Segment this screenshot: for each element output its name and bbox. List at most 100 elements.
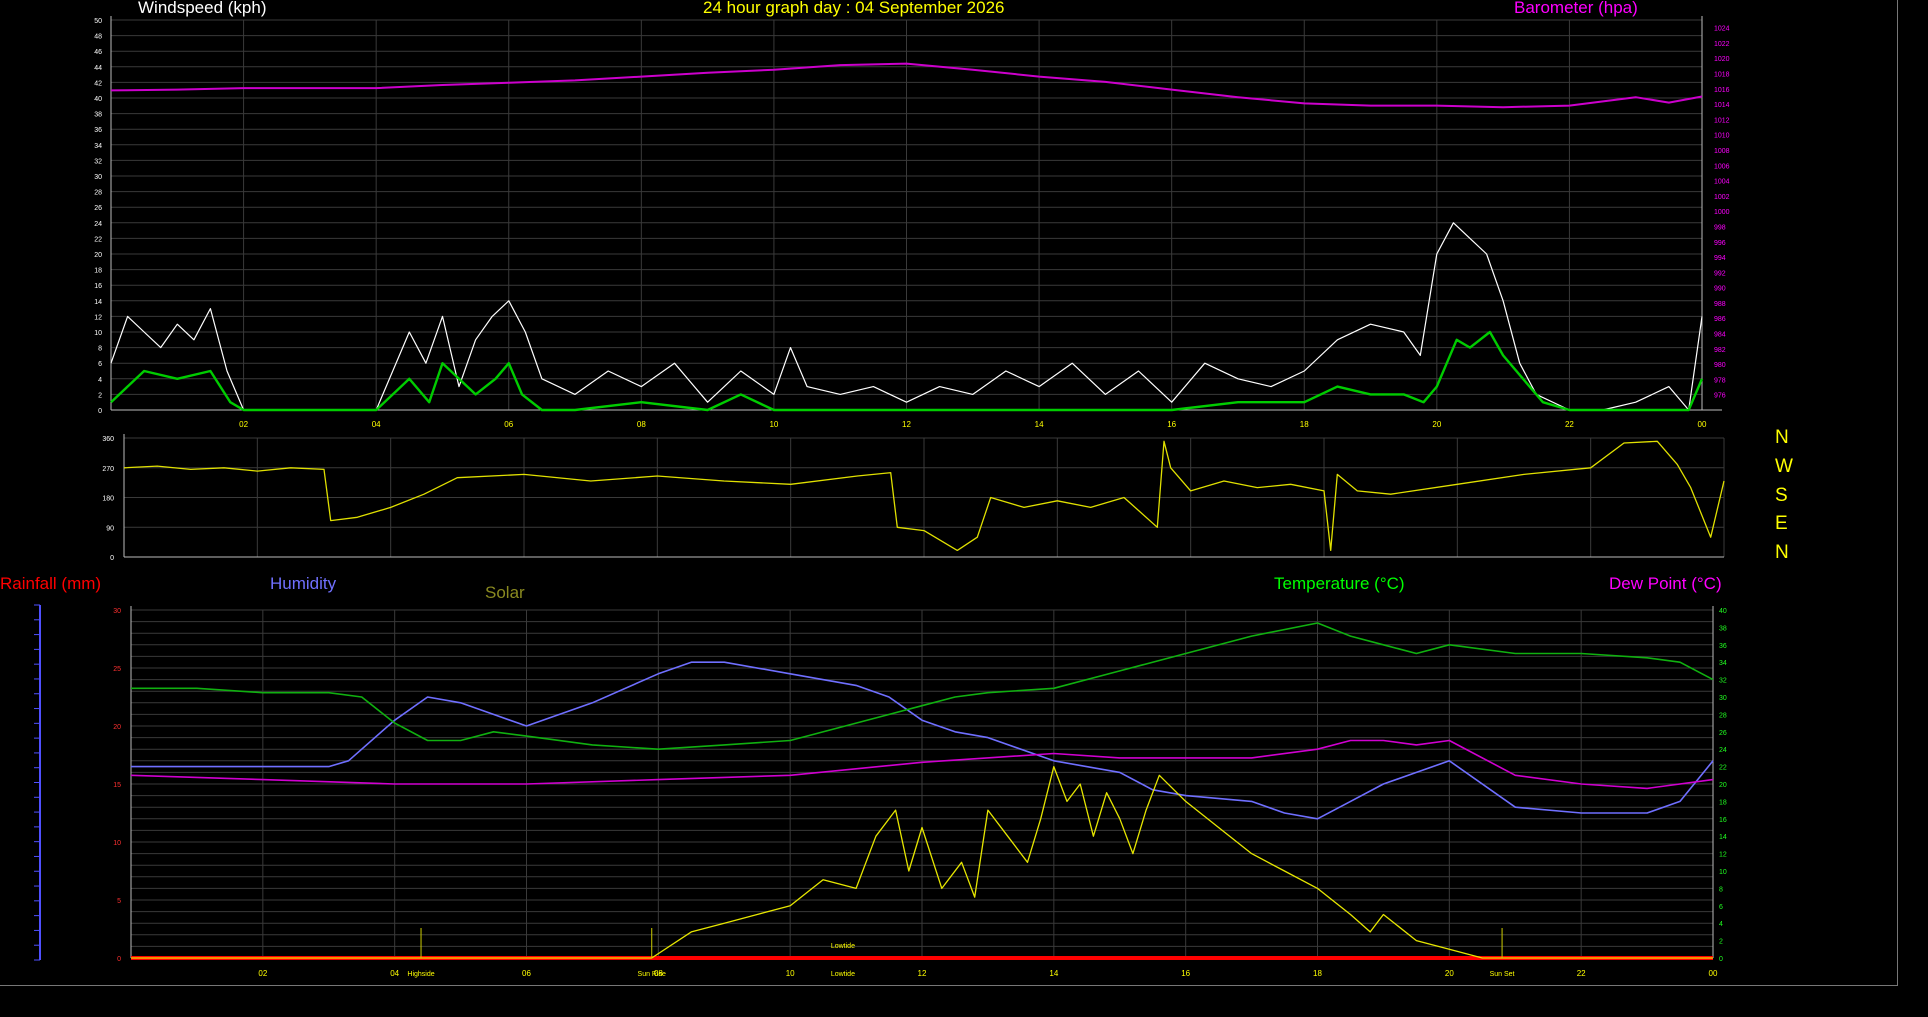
windspeed-y-tick-label: 4 [98,377,102,384]
windspeed-y-tick-label: 28 [94,190,102,197]
barometer-y-tick-label: 1024 [1714,26,1730,33]
barometer-y-tick-label: 1002 [1714,194,1730,201]
windspeed-y-tick-label: 12 [94,314,102,321]
event-annotation-label: Lowtide [831,943,855,950]
temperature-y-tick-label: 36 [1719,643,1727,650]
temperature-y-tick-label: 18 [1719,799,1727,806]
windspeed-y-tick-label: 18 [94,268,102,275]
windspeed-x-tick-label: 10 [769,420,778,429]
barometer-y-tick-label: 980 [1714,362,1726,369]
climate-y-tick-label: 0 [117,956,121,963]
temperature-y-tick-label: 30 [1719,695,1727,702]
barometer-y-tick-label: 1022 [1714,41,1730,48]
humidity-title: Humidity [270,574,337,593]
windspeed-y-tick-label: 16 [94,283,102,290]
windspeed-y-tick-label: 38 [94,112,102,119]
barometer-y-tick-label: 1004 [1714,179,1730,186]
compass-label-e: E [1775,513,1788,534]
windspeed-y-tick-label: 8 [98,346,102,353]
climate-x-tick-label: 04 [390,969,399,978]
windspeed-x-tick-label: 18 [1300,420,1309,429]
wind-direction-y-tick-label: 90 [106,525,114,532]
windspeed-y-tick-label: 50 [94,18,102,25]
windspeed-x-tick-label: 08 [637,420,646,429]
barometer-y-tick-label: 982 [1714,347,1726,354]
windspeed-y-tick-label: 14 [94,299,102,306]
barometer-y-tick-label: 1012 [1714,117,1730,124]
barometer-y-tick-label: 1000 [1714,209,1730,216]
barometer-y-tick-label: 1008 [1714,148,1730,155]
compass-label-n-bottom: N [1775,542,1789,563]
climate-x-tick-label: 22 [1577,969,1586,978]
climate-x-tick-label: 16 [1181,969,1190,978]
windspeed-y-tick-label: 20 [94,252,102,259]
wind-direction-y-tick-label: 270 [102,466,114,473]
barometer-y-tick-label: 1010 [1714,133,1730,140]
temperature-y-tick-label: 22 [1719,765,1727,772]
climate-x-tick-label: 10 [786,969,795,978]
windspeed-x-tick-label: 12 [902,420,911,429]
climate-x-tick-label: 00 [1709,969,1718,978]
windspeed-y-tick-label: 32 [94,158,102,165]
temperature-y-tick-label: 0 [1719,956,1723,963]
barometer-y-tick-label: 976 [1714,393,1726,400]
compass-label-s: S [1775,485,1788,506]
compass-label-w: W [1775,456,1793,477]
barometer-y-tick-label: 1006 [1714,163,1730,170]
temperature-y-tick-label: 32 [1719,678,1727,685]
barometer-y-tick-label: 986 [1714,316,1726,323]
windspeed-y-tick-label: 46 [94,49,102,56]
windspeed-y-tick-label: 0 [98,408,102,415]
windspeed-y-tick-label: 30 [94,174,102,181]
barometer-y-tick-label: 978 [1714,377,1726,384]
windspeed-y-tick-label: 2 [98,392,102,399]
windspeed-x-tick-label: 00 [1698,420,1707,429]
temperature-y-tick-label: 34 [1719,660,1727,667]
temperature-y-tick-label: 10 [1719,869,1727,876]
barometer-y-tick-label: 996 [1714,240,1726,247]
event-annotation-label: Sun Set [1490,971,1515,978]
windspeed-title: Windspeed (kph) [138,0,267,17]
climate-x-tick-label: 14 [1049,969,1058,978]
barometer-y-tick-label: 994 [1714,255,1726,262]
barometer-y-tick-label: 990 [1714,286,1726,293]
temperature-y-tick-label: 16 [1719,817,1727,824]
weather-graph-canvas: 0246810121416182022242628303234363840424… [34,16,1730,978]
climate-x-tick-label: 20 [1445,969,1454,978]
windspeed-x-tick-label: 14 [1035,420,1044,429]
climate-y-tick-label: 10 [113,840,121,847]
windspeed-y-tick-label: 34 [94,143,102,150]
wind-direction-tick-labels: 0 90 180 270 360 [102,436,114,562]
temperature-y-tick-label: 38 [1719,625,1727,632]
climate-x-tick-label: 02 [258,969,267,978]
windspeed-y-tick-label: 6 [98,361,102,368]
barometer-title: Barometer (hpa) [1514,0,1638,17]
climate-annotations: Highside Sun Rise Lowtide Lowtide Sun Set [407,928,1515,978]
windspeed-y-tick-label: 22 [94,236,102,243]
windspeed-x-tick-label: 16 [1167,420,1176,429]
temperature-y-tick-label: 8 [1719,886,1723,893]
windspeed-x-tick-label: 02 [239,420,248,429]
climate-grid [34,604,1714,961]
climate-tick-labels: 0510152025300246810121416182022242628303… [113,608,1727,978]
windspeed-tick-labels: 0246810121416182022242628303234363840424… [94,18,1729,429]
wind-direction-y-tick-label: 180 [102,496,114,503]
temperature-y-tick-label: 40 [1719,608,1727,615]
windspeed-y-tick-label: 24 [94,221,102,228]
windspeed-grid [111,19,1703,411]
event-annotation-label: Highside [407,971,434,978]
climate-y-tick-label: 20 [113,724,121,731]
windspeed-y-tick-label: 42 [94,80,102,87]
windspeed-y-tick-label: 40 [94,96,102,103]
climate-x-tick-label: 12 [918,969,927,978]
barometer-y-tick-label: 992 [1714,270,1726,277]
windspeed-x-tick-label: 04 [372,420,381,429]
graph-title: 24 hour graph day : 04 September 2026 [703,0,1005,17]
temperature-y-tick-label: 24 [1719,747,1727,754]
windspeed-y-tick-label: 26 [94,205,102,212]
climate-y-tick-label: 15 [113,782,121,789]
temperature-y-tick-label: 4 [1719,921,1723,928]
dewpoint-title: Dew Point (°C) [1609,574,1722,593]
temperature-y-tick-label: 14 [1719,834,1727,841]
solar-title: Solar [485,583,525,602]
